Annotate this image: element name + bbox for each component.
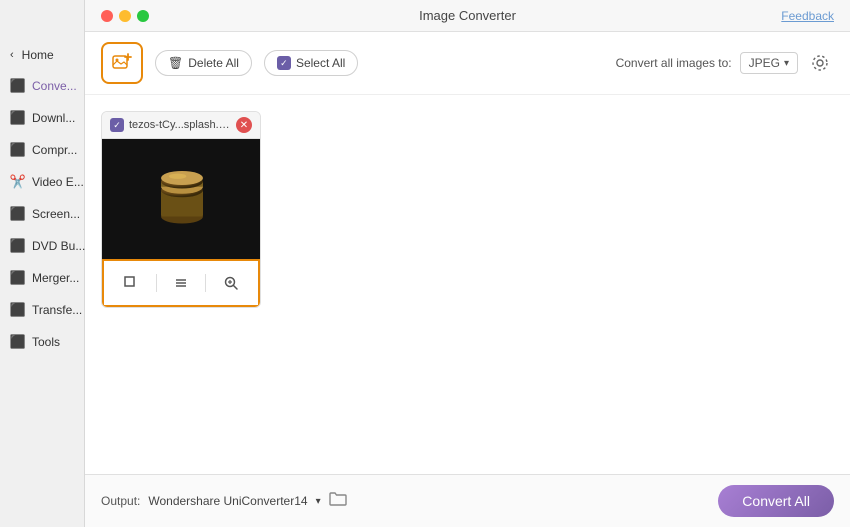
- video-edit-icon: ✂️: [10, 174, 26, 190]
- trash-icon: 🗑: [168, 56, 183, 70]
- add-image-button[interactable]: [101, 42, 143, 84]
- toolbar: 🗑 Delete All ✓ Select All Convert all im…: [85, 32, 850, 95]
- sidebar-item-label: Video E...: [32, 175, 84, 189]
- images-area: ✓ tezos-tCy...splash.jpg ✕: [85, 95, 850, 474]
- sidebar-item-label: Tools: [32, 335, 60, 349]
- convert-format-label: Convert all images to:: [616, 56, 732, 70]
- info-tool-button[interactable]: [167, 269, 195, 297]
- download-icon: ⬛: [10, 110, 26, 126]
- sidebar-item-label: Merger...: [32, 271, 79, 285]
- traffic-lights: [101, 10, 149, 22]
- sidebar-item-dvd[interactable]: ⬛ DVD Bu...: [0, 230, 84, 262]
- image-preview: [102, 139, 261, 259]
- sidebar-item-transfer[interactable]: ⬛ Transfe...: [0, 294, 84, 326]
- browse-output-folder-button[interactable]: [329, 491, 347, 511]
- sidebar-item-convert[interactable]: ⬛ Conve...: [0, 70, 84, 102]
- delete-all-label: Delete All: [188, 56, 239, 70]
- tool-divider-2: [205, 274, 206, 292]
- delete-all-button[interactable]: 🗑 Delete All: [155, 50, 252, 76]
- convert-format-group: Convert all images to: JPEG ▾: [616, 49, 834, 77]
- window-chrome: Image Converter Feedback: [85, 0, 850, 32]
- sidebar-item-screen[interactable]: ⬛ Screen...: [0, 198, 84, 230]
- sidebar-item-label: Conve...: [32, 79, 77, 93]
- info-icon: [173, 275, 189, 291]
- chevron-down-icon: ▾: [316, 496, 321, 507]
- sidebar-item-merger[interactable]: ⬛ Merger...: [0, 262, 84, 294]
- tools-icon: ⬛: [10, 334, 26, 350]
- sidebar-item-label: DVD Bu...: [32, 239, 85, 253]
- format-settings-button[interactable]: [806, 49, 834, 77]
- dialog: 🗑 Delete All ✓ Select All Convert all im…: [85, 32, 850, 527]
- bottom-bar: Output: Wondershare UniConverter14 ▾ Con…: [85, 474, 850, 527]
- transfer-icon: ⬛: [10, 302, 26, 318]
- sidebar-item-label: Transfe...: [32, 303, 82, 317]
- select-all-checkbox: ✓: [277, 56, 291, 70]
- sidebar-item-label: Compr...: [32, 143, 77, 157]
- convert-all-button[interactable]: Convert All: [718, 485, 834, 517]
- convert-icon: ⬛: [10, 78, 26, 94]
- coin-image: [147, 164, 217, 234]
- image-card: ✓ tezos-tCy...splash.jpg ✕: [101, 111, 261, 308]
- tool-divider-1: [156, 274, 157, 292]
- dvd-icon: ⬛: [10, 238, 26, 254]
- add-image-icon: [111, 52, 133, 74]
- sidebar-item-label: Home: [22, 48, 54, 62]
- minimize-button[interactable]: [119, 10, 131, 22]
- screen-icon: ⬛: [10, 206, 26, 222]
- feedback-link[interactable]: Feedback: [781, 9, 834, 23]
- settings-icon: [811, 54, 829, 72]
- output-path-value: Wondershare UniConverter14: [148, 494, 307, 508]
- chevron-down-icon: ▾: [784, 58, 789, 69]
- zoom-tool-button[interactable]: [217, 269, 245, 297]
- folder-icon: [329, 491, 347, 507]
- image-card-tools: [102, 259, 260, 307]
- zoom-icon: [223, 275, 239, 291]
- window-title: Image Converter: [419, 8, 516, 23]
- compress-icon: ⬛: [10, 142, 26, 158]
- image-card-header: ✓ tezos-tCy...splash.jpg ✕: [102, 112, 260, 139]
- format-value: JPEG: [749, 56, 780, 70]
- output-path-dropdown[interactable]: Wondershare UniConverter14 ▾: [148, 494, 320, 508]
- merger-icon: ⬛: [10, 270, 26, 286]
- select-all-label: Select All: [296, 56, 345, 70]
- sidebar-item-home[interactable]: ‹ Home: [0, 40, 84, 70]
- sidebar: ‹ Home ⬛ Conve... ⬛ Downl... ⬛ Compr... …: [0, 0, 85, 527]
- sidebar-item-label: Screen...: [32, 207, 80, 221]
- image-card-remove-button[interactable]: ✕: [236, 117, 252, 133]
- crop-icon: [123, 275, 139, 291]
- sidebar-item-video-edit[interactable]: ✂️ Video E...: [0, 166, 84, 198]
- output-label: Output:: [101, 494, 140, 508]
- main-content: Image Converter Feedback 🗑 Delete All: [85, 0, 850, 527]
- maximize-button[interactable]: [137, 10, 149, 22]
- crop-tool-button[interactable]: [117, 269, 145, 297]
- image-card-filename: tezos-tCy...splash.jpg: [129, 119, 231, 131]
- select-all-button[interactable]: ✓ Select All: [264, 50, 358, 76]
- sidebar-item-download[interactable]: ⬛ Downl...: [0, 102, 84, 134]
- image-card-checkbox[interactable]: ✓: [110, 118, 124, 132]
- sidebar-item-tools[interactable]: ⬛ Tools: [0, 326, 84, 358]
- back-arrow-icon: ‹: [10, 49, 14, 61]
- sidebar-item-compress[interactable]: ⬛ Compr...: [0, 134, 84, 166]
- sidebar-item-label: Downl...: [32, 111, 75, 125]
- close-button[interactable]: [101, 10, 113, 22]
- format-dropdown[interactable]: JPEG ▾: [740, 52, 798, 74]
